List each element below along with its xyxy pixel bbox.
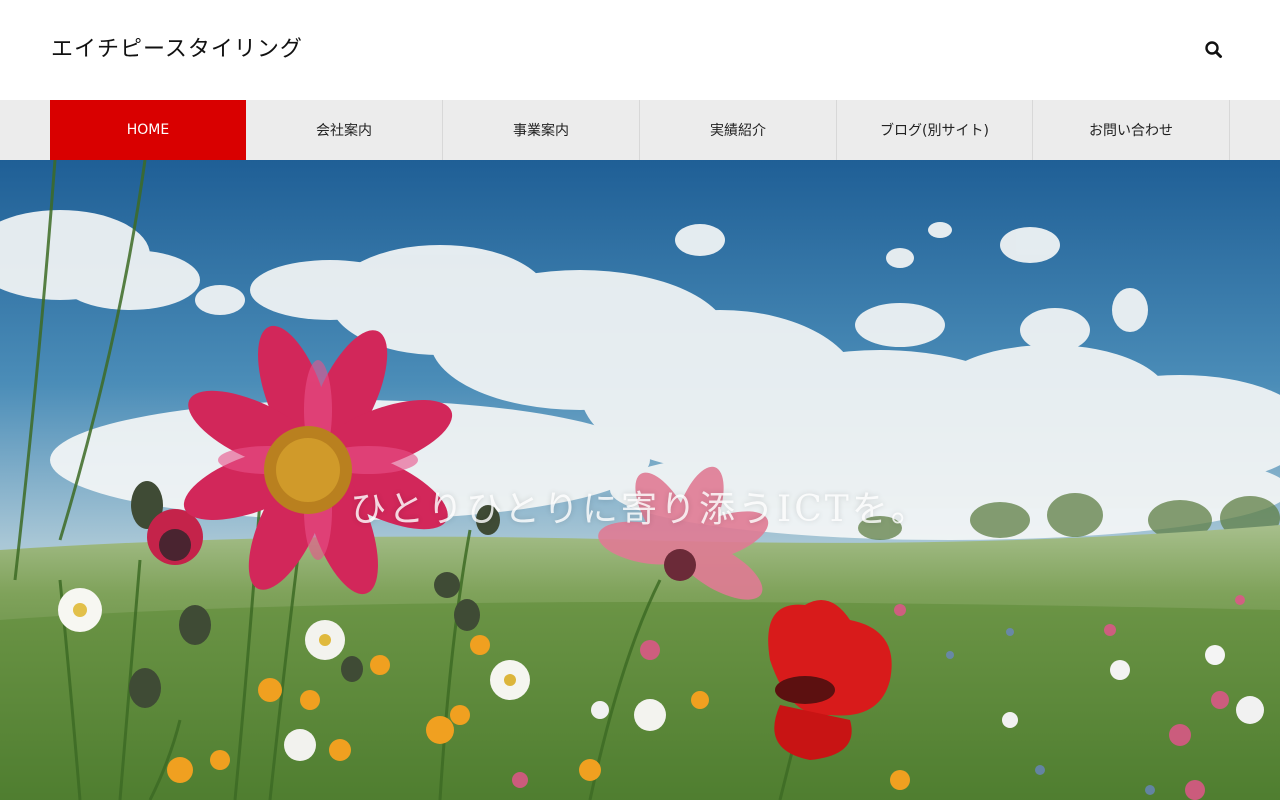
nav-item-services[interactable]: 事業案内 <box>443 100 640 160</box>
nav-item-contact[interactable]: お問い合わせ <box>1033 100 1230 160</box>
nav-item-home[interactable]: HOME <box>50 100 246 160</box>
nav-item-blog[interactable]: ブログ(別サイト) <box>837 100 1033 160</box>
site-header: エイチピースタイリング <box>0 0 1280 100</box>
nav-item-works[interactable]: 実績紹介 <box>640 100 837 160</box>
hero-tagline: ひとりひとりに寄り添うICTを。 <box>350 489 930 530</box>
nav-item-company[interactable]: 会社案内 <box>246 100 443 160</box>
search-icon[interactable] <box>1202 38 1226 62</box>
hero-image: ひとりひとりに寄り添うICTを。 <box>0 160 1280 800</box>
site-title[interactable]: エイチピースタイリング <box>51 31 303 63</box>
global-nav: HOME 会社案内 事業案内 実績紹介 ブログ(別サイト) お問い合わせ <box>0 100 1280 160</box>
